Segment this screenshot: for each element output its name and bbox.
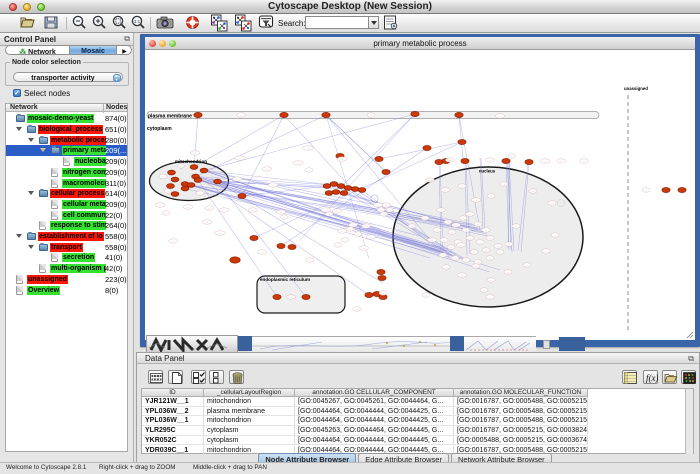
svg-text:1:1: 1:1 — [134, 19, 141, 24]
